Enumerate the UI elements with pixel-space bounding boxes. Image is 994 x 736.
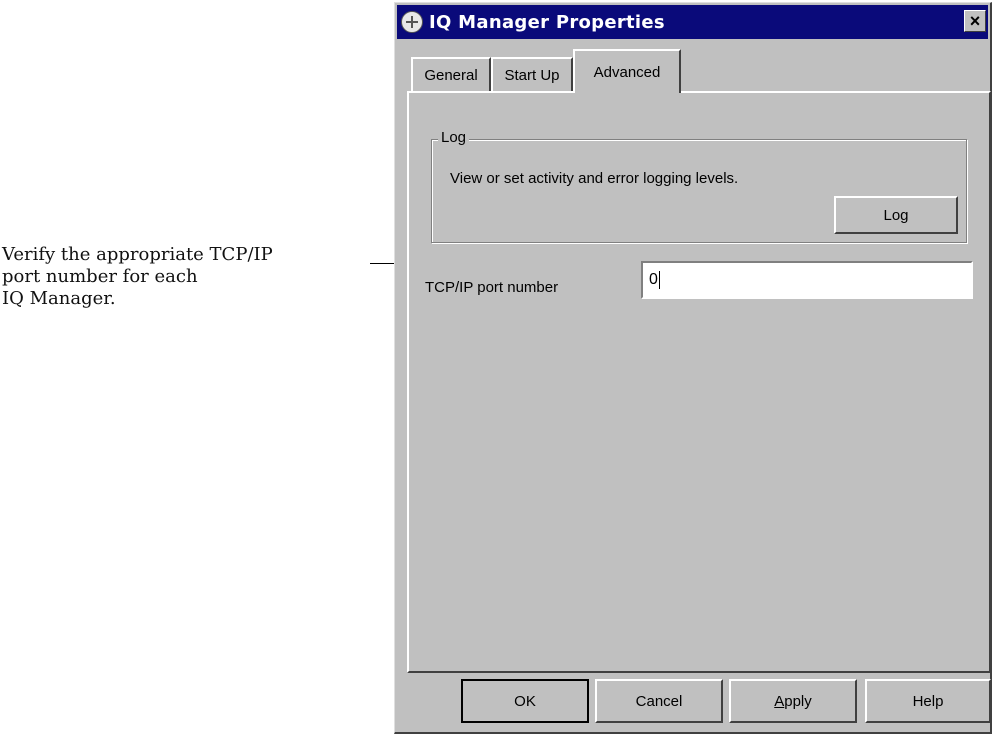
properties-dialog: IQ Manager Properties × General Start Up… bbox=[394, 2, 992, 734]
callout-line-1: Verify the appropriate TCP/IP bbox=[2, 244, 273, 265]
text-caret bbox=[658, 271, 660, 289]
close-button[interactable]: × bbox=[964, 10, 986, 32]
ok-button[interactable]: OK bbox=[461, 679, 589, 723]
log-button[interactable]: Log bbox=[834, 196, 958, 234]
callout-line-2: port number for each bbox=[2, 266, 198, 287]
help-button[interactable]: Help bbox=[865, 679, 991, 723]
tcpip-port-value: 0 bbox=[649, 271, 658, 288]
close-icon: × bbox=[969, 10, 981, 31]
cancel-button[interactable]: Cancel bbox=[595, 679, 723, 723]
log-groupbox: Log View or set activity and error loggi… bbox=[431, 129, 967, 243]
log-description: View or set activity and error logging l… bbox=[450, 170, 739, 187]
tab-advanced[interactable]: Advanced bbox=[573, 49, 681, 93]
globe-icon bbox=[401, 11, 423, 33]
log-group-title: Log bbox=[438, 129, 470, 146]
title-bar[interactable]: IQ Manager Properties × bbox=[397, 5, 988, 39]
callout-text: Verify the appropriate TCP/IP port numbe… bbox=[2, 244, 342, 310]
tcpip-port-input[interactable]: 0 bbox=[641, 261, 973, 299]
apply-label-rest: pply bbox=[784, 692, 812, 710]
apply-mnemonic: A bbox=[774, 692, 785, 710]
window-title: IQ Manager Properties bbox=[429, 11, 665, 33]
tab-start-up[interactable]: Start Up bbox=[491, 57, 573, 91]
callout-line-3: IQ Manager. bbox=[2, 288, 116, 309]
apply-button[interactable]: Apply bbox=[729, 679, 857, 723]
tab-general[interactable]: General bbox=[411, 57, 491, 91]
tcpip-port-label: TCP/IP port number bbox=[425, 279, 559, 296]
advanced-tab-panel: Log View or set activity and error loggi… bbox=[407, 91, 991, 673]
